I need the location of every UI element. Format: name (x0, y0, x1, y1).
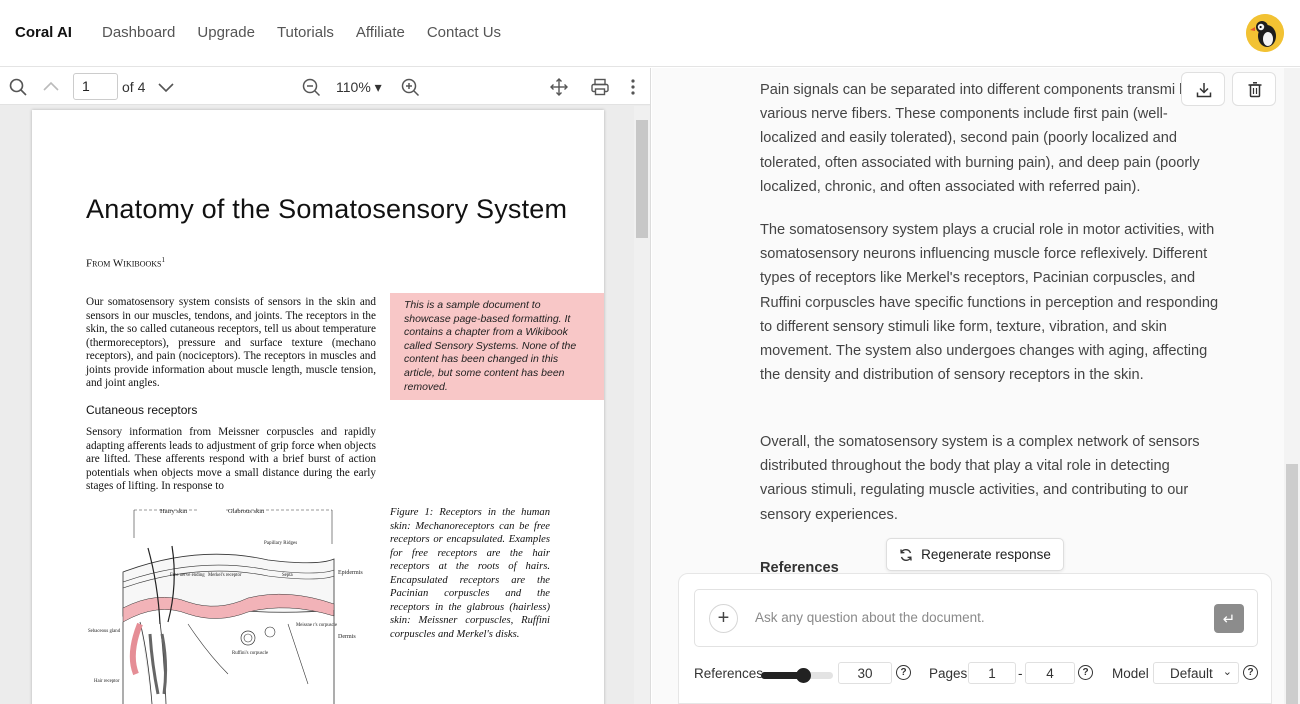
nav-links: Dashboard Upgrade Tutorials Affiliate Co… (102, 24, 501, 41)
zoom-out-icon[interactable] (301, 77, 321, 97)
send-button[interactable]: ↵ (1214, 604, 1244, 633)
model-value: Default (1170, 666, 1213, 681)
zoom-value: 110% (336, 79, 371, 95)
doc-source: From Wikibooks1 (86, 256, 165, 270)
pages-label: Pages (929, 666, 968, 681)
doc-source-text: From Wikibooks (86, 257, 162, 270)
pdf-scrollbar-thumb[interactable] (636, 120, 648, 238)
doc-paragraph: Our somatosensory system consists of sen… (86, 296, 376, 389)
more-vertical-icon[interactable] (623, 77, 643, 97)
note-box: This is a sample document to showcase pa… (390, 293, 604, 400)
label-dermis: Dermis (338, 634, 356, 640)
label-papillary-ridges: Papillary Ridges (264, 541, 297, 546)
label-hairy-skin: Hairy skin (160, 508, 188, 515)
trash-icon (1248, 82, 1262, 98)
page-total: of 4 (122, 79, 146, 95)
pages-to-input[interactable]: 4 (1025, 662, 1075, 684)
doc-section-heading: Cutaneous receptors (86, 403, 198, 417)
label-free-nerve-ending: Free nerve ending (170, 573, 205, 578)
regenerate-button[interactable]: Regenerate response (886, 538, 1064, 571)
pdf-page-scroll[interactable]: Anatomy of the Somatosensory System From… (0, 106, 650, 704)
query-controls: References 30 ? Pages 1 - 4 ? Model Defa… (694, 662, 1274, 688)
zoom-select[interactable]: 110% ▾ (336, 79, 382, 96)
chevron-down-icon: ⌄ (1222, 666, 1232, 678)
references-count-input[interactable]: 30 (838, 662, 892, 684)
nav-contact-us[interactable]: Contact Us (427, 24, 501, 41)
doc-paragraph: Sensory information from Meissner corpus… (86, 426, 376, 492)
references-slider-handle[interactable] (796, 668, 811, 683)
label-merkel-receptor: Merkel's receptor (208, 573, 242, 578)
label-glabrous-skin: Glabrous skin (228, 508, 265, 515)
pdf-page: Anatomy of the Somatosensory System From… (32, 110, 604, 704)
skin-receptors-figure: Hairy skin Glabrous skin Papillary Ridge… (88, 508, 363, 704)
print-icon[interactable] (590, 77, 610, 97)
label-epidermis: Epidermis (338, 570, 363, 576)
help-icon[interactable]: ? (1243, 665, 1258, 680)
top-nav: Coral AI Dashboard Upgrade Tutorials Aff… (0, 0, 1300, 67)
refresh-icon (900, 548, 912, 561)
question-placeholder: Ask any question about the document. (755, 610, 985, 625)
nav-upgrade[interactable]: Upgrade (197, 24, 255, 41)
add-button[interactable]: + (709, 604, 738, 633)
avatar[interactable] (1246, 14, 1284, 52)
nav-tutorials[interactable]: Tutorials (277, 24, 334, 41)
doc-title: Anatomy of the Somatosensory System (86, 194, 568, 224)
response-paragraph: Pain signals can be separated into diffe… (760, 82, 1200, 195)
regenerate-label: Regenerate response (921, 547, 1051, 562)
model-label: Model (1112, 666, 1149, 681)
label-sebaceous-gland: Sebaceous gland (88, 629, 121, 634)
label-ruffini-corpuscle: Ruffini's corpuscle (232, 651, 268, 656)
pdf-viewer: 1 of 4 110% ▾ Anatomy of the Somatosenso… (0, 68, 651, 704)
nav-dashboard[interactable]: Dashboard (102, 24, 175, 41)
page-number-input[interactable]: 1 (73, 73, 118, 100)
help-icon[interactable]: ? (1078, 665, 1093, 680)
puffin-icon (1246, 14, 1284, 52)
download-button[interactable] (1181, 72, 1225, 106)
chat-panel: Pain signals can be separated into diffe… (652, 68, 1300, 704)
footnote-marker: 1 (161, 256, 166, 264)
brand-logo[interactable]: Coral AI (15, 24, 72, 41)
download-icon (1196, 83, 1212, 98)
pdf-toolbar: 1 of 4 110% ▾ (0, 68, 650, 105)
delete-button[interactable] (1232, 72, 1276, 106)
label-meissner-corpuscle: Meissne r's corpuscle (296, 623, 337, 628)
pages-from-input[interactable]: 1 (968, 662, 1016, 684)
zoom-in-icon[interactable] (400, 77, 420, 97)
pages-separator: - (1018, 666, 1023, 681)
response-paragraph: The somatosensory system plays a crucial… (760, 222, 1219, 384)
response-paragraph: Overall, the somatosensory system is a c… (760, 434, 1200, 523)
search-icon[interactable] (8, 77, 28, 97)
model-select[interactable]: Default ⌄ (1153, 662, 1239, 684)
label-septa: Septa (282, 573, 294, 578)
chat-scrollbar-thumb[interactable] (1286, 464, 1298, 704)
enter-icon: ↵ (1222, 610, 1236, 628)
figure-caption: Figure 1: Receptors in the human skin: M… (390, 507, 550, 640)
question-input[interactable]: + Ask any question about the document. ↵ (694, 589, 1258, 647)
chat-input-card: + Ask any question about the document. ↵… (678, 573, 1272, 704)
label-hair-receptor: Hair receptor (94, 679, 120, 684)
nav-affiliate[interactable]: Affiliate (356, 24, 405, 41)
plus-icon: + (717, 607, 730, 629)
help-icon[interactable]: ? (896, 665, 911, 680)
references-label: References (694, 666, 764, 681)
chevron-up-icon[interactable] (41, 77, 61, 97)
chevron-down-icon[interactable] (156, 77, 176, 97)
pan-move-icon[interactable] (549, 77, 569, 97)
